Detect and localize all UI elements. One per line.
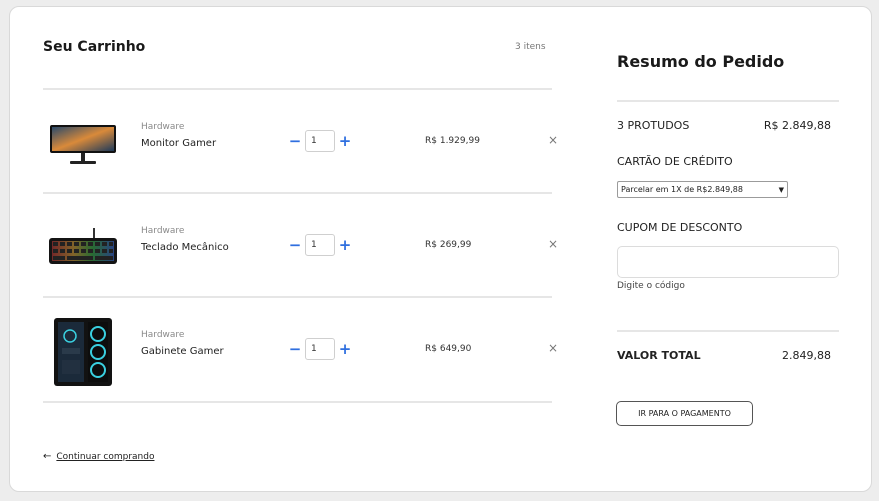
item-category: Hardware xyxy=(141,330,185,340)
cart-item-row: Hardware Monitor Gamer − + R$ 1.929,99 × xyxy=(43,100,558,190)
pc-case-icon xyxy=(43,318,123,386)
cart-item-row: Hardware Teclado Mecânico − + R$ 269,99 … xyxy=(43,204,558,294)
divider xyxy=(43,296,552,298)
go-to-payment-button[interactable]: IR PARA O PAGAMENTO xyxy=(616,401,753,426)
item-name: Gabinete Gamer xyxy=(141,346,224,357)
remove-item-button[interactable]: × xyxy=(548,237,558,251)
remove-item-button[interactable]: × xyxy=(548,133,558,147)
divider xyxy=(43,192,552,194)
decrease-quantity-button[interactable]: − xyxy=(288,234,302,256)
divider xyxy=(43,401,552,403)
cart-item-row: Hardware Gabinete Gamer − + R$ 649,90 × xyxy=(43,308,558,398)
products-count-label: 3 PROTUDOS xyxy=(617,119,690,132)
increase-quantity-button[interactable]: + xyxy=(338,234,352,256)
decrease-quantity-button[interactable]: − xyxy=(288,130,302,152)
checkout-card: Seu Carrinho 3 itens Hardware Monitor Ga xyxy=(9,6,872,492)
chevron-down-icon: ▼ xyxy=(778,185,784,194)
total-label: VALOR TOTAL xyxy=(617,349,701,362)
item-category: Hardware xyxy=(141,226,185,236)
quantity-input[interactable] xyxy=(305,130,335,152)
summary-title: Resumo do Pedido xyxy=(617,52,785,71)
quantity-stepper: − + xyxy=(288,338,352,360)
increase-quantity-button[interactable]: + xyxy=(338,130,352,152)
installments-selected: Parcelar em 1X de R$2.849,88 xyxy=(621,185,743,194)
continue-shopping-link[interactable]: ← Continuar comprando xyxy=(43,451,154,462)
keyboard-icon xyxy=(43,214,123,282)
quantity-stepper: − + xyxy=(288,234,352,256)
coupon-input[interactable] xyxy=(617,246,839,278)
installments-select[interactable]: Parcelar em 1X de R$2.849,88 ▼ xyxy=(617,181,788,198)
decrease-quantity-button[interactable]: − xyxy=(288,338,302,360)
continue-shopping-label: Continuar comprando xyxy=(56,451,155,462)
divider xyxy=(617,330,839,332)
item-category: Hardware xyxy=(141,122,185,132)
cart-item-count: 3 itens xyxy=(515,42,546,52)
item-name: Teclado Mecânico xyxy=(141,242,229,253)
coupon-hint: Digite o código xyxy=(617,281,685,291)
item-price: R$ 649,90 xyxy=(425,344,472,354)
divider xyxy=(43,88,552,90)
total-value: 2.849,88 xyxy=(782,349,831,362)
divider xyxy=(617,100,839,102)
monitor-icon xyxy=(43,110,123,178)
quantity-input[interactable] xyxy=(305,338,335,360)
quantity-stepper: − + xyxy=(288,130,352,152)
arrow-left-icon: ← xyxy=(43,451,52,462)
increase-quantity-button[interactable]: + xyxy=(338,338,352,360)
coupon-label: CUPOM DE DESCONTO xyxy=(617,221,743,234)
products-subtotal: R$ 2.849,88 xyxy=(763,119,831,132)
credit-card-label: CARTÃO DE CRÉDITO xyxy=(617,155,733,168)
cart-title: Seu Carrinho xyxy=(43,39,146,55)
quantity-input[interactable] xyxy=(305,234,335,256)
item-price: R$ 269,99 xyxy=(425,240,472,250)
item-price: R$ 1.929,99 xyxy=(425,136,480,146)
item-name: Monitor Gamer xyxy=(141,138,217,149)
remove-item-button[interactable]: × xyxy=(548,341,558,355)
